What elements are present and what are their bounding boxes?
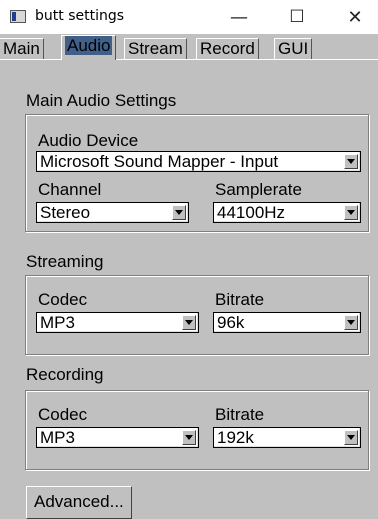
tab-audio[interactable]: Audio [61,35,117,60]
recording-codec-label: Codec [38,405,88,424]
recording-bitrate-label: Bitrate [215,405,265,424]
chevron-down-icon [344,315,358,330]
chevron-down-icon [344,154,358,169]
streaming-bitrate-select[interactable]: 96k [213,312,361,333]
chevron-down-icon [344,205,358,220]
audio-device-select[interactable]: Microsoft Sound Mapper - Input [36,151,361,172]
chevron-down-icon [344,430,358,445]
recording-codec-select[interactable]: MP3 [36,427,199,448]
channel-select[interactable]: Stereo [36,202,189,223]
streaming-codec-label: Codec [38,290,88,309]
tab-gui[interactable]: GUI [274,38,313,60]
channel-value: Stereo [40,203,91,222]
recording-bitrate-select[interactable]: 192k [213,427,361,448]
samplerate-value: 44100Hz [217,203,286,222]
audio-device-value: Microsoft Sound Mapper - Input [40,152,279,171]
channel-label: Channel [38,180,102,199]
tab-main[interactable]: Main [0,38,44,60]
main-audio-heading: Main Audio Settings [26,91,177,110]
advanced-button[interactable]: Advanced... [26,486,132,519]
audio-panel: Main Audio Settings Audio Device Microso… [0,59,378,519]
tab-record-label: Record [200,39,255,58]
streaming-heading: Streaming [26,252,104,271]
title-bar: butt settings — ☐ ✕ [0,0,378,34]
streaming-codec-value: MP3 [40,313,75,332]
recording-codec-value: MP3 [40,428,75,447]
tab-gui-label: GUI [278,39,309,58]
streaming-codec-select[interactable]: MP3 [36,312,199,333]
tab-stream-label: Stream [128,39,183,58]
recording-heading: Recording [26,365,104,384]
samplerate-label: Samplerate [215,180,302,199]
chevron-down-icon [172,205,186,220]
close-button[interactable]: ✕ [332,0,378,34]
streaming-bitrate-label: Bitrate [215,290,265,309]
chevron-down-icon [182,315,196,330]
tab-main-label: Main [3,39,40,58]
tab-audio-label: Audio [65,36,113,55]
minimize-button[interactable]: — [216,0,262,34]
streaming-bitrate-value: 96k [217,313,245,332]
window-title: butt settings [35,8,125,24]
chevron-down-icon [182,430,196,445]
tab-bar: Main Audio Stream Record GUI [0,35,378,60]
tab-stream[interactable]: Stream [124,38,187,60]
tab-record[interactable]: Record [196,38,259,60]
samplerate-select[interactable]: 44100Hz [213,202,361,223]
audio-device-label: Audio Device [38,131,139,150]
app-icon [10,10,26,23]
maximize-button[interactable]: ☐ [274,0,320,34]
recording-bitrate-value: 192k [217,428,254,447]
